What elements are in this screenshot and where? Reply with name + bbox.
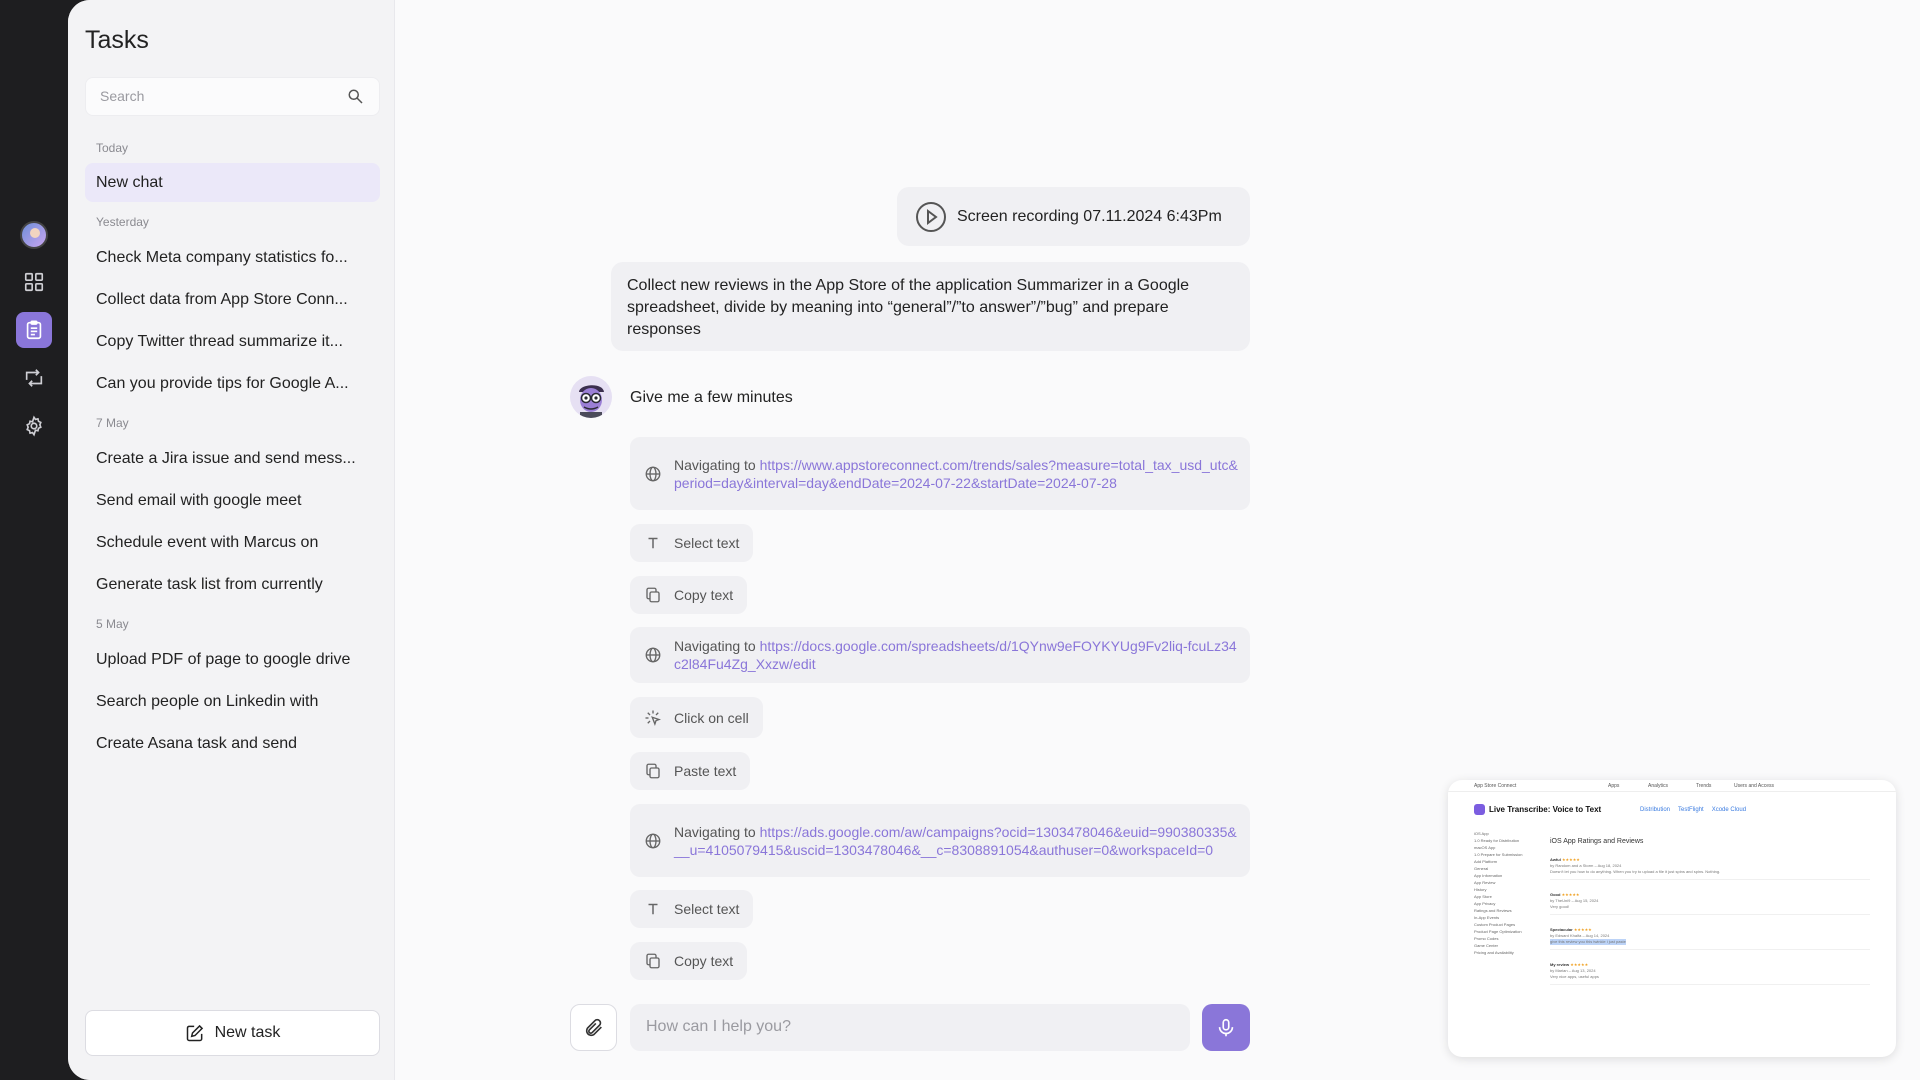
search-icon[interactable]	[347, 88, 365, 106]
copy-icon	[646, 953, 660, 969]
step-navigate[interactable]: Navigating to https://docs.google.com/sp…	[630, 627, 1250, 683]
step-label: Select text	[674, 901, 740, 917]
step-navigate[interactable]: Navigating to https://www.appstoreconnec…	[630, 437, 1250, 510]
step-prefix: Navigating to	[674, 456, 760, 473]
step-select-text[interactable]: Select text	[630, 524, 754, 562]
screen-recording-message[interactable]: Screen recording 07.11.2024 6:43Pm	[897, 187, 1250, 246]
section-label-yesterday: Yesterday	[96, 215, 149, 229]
app-icon	[1474, 804, 1485, 815]
text-icon	[648, 537, 658, 549]
preview-brand: App Store Connect	[1474, 783, 1517, 789]
microphone-button[interactable]	[1202, 1004, 1250, 1051]
step-prefix: Navigating to	[674, 638, 760, 654]
new-task-button[interactable]: New task	[85, 1010, 380, 1056]
preview-top-link: Apps	[1608, 783, 1620, 789]
copy-icon	[646, 587, 660, 603]
step-copy-text[interactable]: Copy text	[630, 576, 748, 614]
task-item[interactable]: Can you provide tips for Google A...	[85, 364, 380, 403]
preview-app-title: Live Transcribe: Voice to Text	[1474, 804, 1601, 815]
recording-label: Screen recording 07.11.2024 6:43Pm	[957, 207, 1222, 225]
preview-tabs: Distribution TestFlight Xcode Cloud	[1640, 807, 1747, 813]
copy-icon	[646, 763, 660, 779]
preview-top-bar: App Store Connect Apps Analytics Trends …	[1448, 780, 1896, 792]
task-item[interactable]: Copy Twitter thread summarize it...	[85, 322, 380, 361]
step-label: Copy text	[674, 953, 734, 969]
user-avatar[interactable]	[20, 221, 48, 249]
gear-icon[interactable]	[16, 408, 52, 444]
new-task-label: New task	[214, 1024, 281, 1041]
attach-button[interactable]	[570, 1004, 617, 1051]
step-paste-text[interactable]: Paste text	[630, 752, 751, 790]
edit-icon	[186, 1024, 203, 1042]
search-input[interactable]	[100, 88, 330, 104]
microphone-icon	[1218, 1018, 1234, 1036]
preview-review: Awful ★★★★★ by Random and a Storm – Aug 1…	[1550, 857, 1870, 880]
globe-icon	[645, 647, 661, 663]
step-copy-text[interactable]: Copy text	[630, 942, 748, 980]
sidebar-title: Tasks	[85, 26, 149, 54]
task-item[interactable]: Search people on Linkedin with	[85, 682, 380, 721]
step-label: Paste text	[674, 763, 737, 779]
step-prefix: Navigating to	[674, 823, 760, 840]
preview-review: Good ★★★★★ by TheUni9 – Aug 15, 2024 Very …	[1550, 892, 1870, 915]
task-item[interactable]: Check Meta company statistics fo...	[85, 238, 380, 277]
preview-top-link: Users and Access	[1734, 783, 1775, 789]
task-item[interactable]: Generate task list from currently	[85, 565, 380, 604]
task-item[interactable]: Send email with google meet	[85, 481, 380, 520]
step-navigate[interactable]: Navigating to https://ads.google.com/aw/…	[630, 804, 1250, 877]
section-label-7-may: 7 May	[96, 416, 129, 430]
sync-icon[interactable]	[16, 360, 52, 396]
assistant-reply: Give me a few minutes	[630, 389, 793, 406]
step-click-cell[interactable]: Click on cell	[630, 697, 763, 738]
step-label: Copy text	[674, 587, 734, 603]
preview-review: Spectacular ★★★★★ by Edward Khalfa – Aug …	[1550, 927, 1870, 950]
assistant-avatar	[570, 376, 612, 418]
click-icon	[645, 710, 662, 726]
globe-icon	[645, 833, 661, 848]
step-label: Select text	[674, 535, 740, 551]
section-label-5-may: 5 May	[96, 617, 129, 631]
chat-input-box[interactable]	[630, 1004, 1190, 1051]
chat-input[interactable]	[646, 1018, 1166, 1036]
task-item[interactable]: Create a Jira issue and send mess...	[85, 439, 380, 478]
screen-preview-thumbnail[interactable]: App Store Connect Apps Analytics Trends …	[1448, 780, 1896, 1057]
text-icon	[648, 903, 658, 915]
preview-review: My review ★★★★★ by Marian – Aug 13, 2024 V…	[1550, 962, 1870, 985]
preview-sidebar: iOS App 1.0 Ready for Distribution macOS A…	[1474, 831, 1523, 955]
task-item[interactable]: Upload PDF of page to google drive	[85, 640, 380, 679]
preview-top-link: Analytics	[1648, 783, 1669, 789]
user-message: Collect new reviews in the App Store of …	[611, 262, 1250, 351]
section-label-today: Today	[96, 141, 129, 155]
app-window: Tasks Today New chat Yesterday Check Met…	[68, 0, 1920, 1080]
app-rail	[0, 0, 68, 1080]
task-item[interactable]: Schedule event with Marcus on	[85, 523, 380, 562]
globe-icon	[645, 466, 661, 481]
step-label: Click on cell	[674, 709, 749, 726]
search-box[interactable]	[85, 77, 380, 116]
paperclip-icon	[585, 1018, 602, 1036]
task-item-new-chat[interactable]: New chat	[85, 163, 380, 202]
clipboard-icon[interactable]	[16, 312, 52, 348]
step-select-text[interactable]: Select text	[630, 890, 754, 928]
grid-icon[interactable]	[16, 264, 52, 300]
tasks-sidebar: Tasks Today New chat Yesterday Check Met…	[68, 0, 395, 1080]
task-item[interactable]: Collect data from App Store Conn...	[85, 280, 380, 319]
task-item[interactable]: Create Asana task and send	[85, 724, 380, 763]
preview-main: iOS App Ratings and Reviews Awful ★★★★★ b…	[1550, 838, 1870, 985]
play-icon[interactable]	[915, 201, 947, 233]
preview-top-link: Trends	[1696, 783, 1712, 789]
